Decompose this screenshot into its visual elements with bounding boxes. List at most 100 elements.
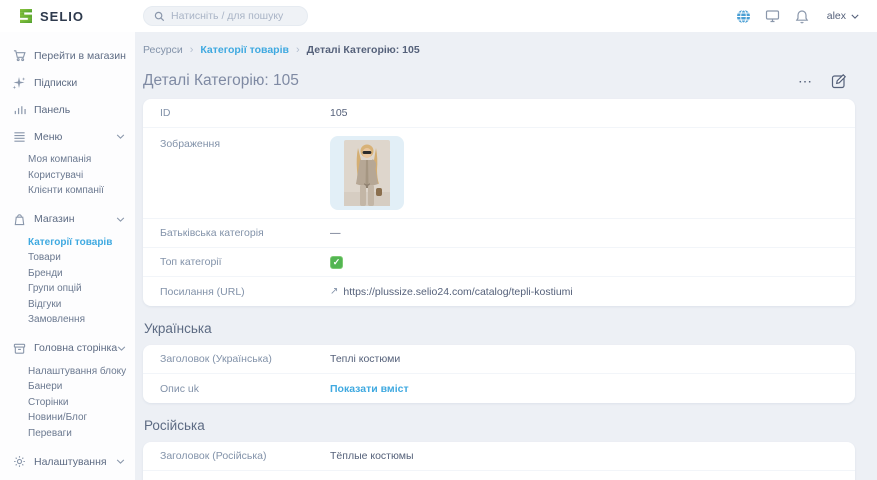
- store-sublist: Категорії товарів Товари Бренди Групи оп…: [0, 233, 135, 335]
- field-label: Зображення: [160, 136, 330, 150]
- sidebar-item-dashboard[interactable]: Панель: [0, 96, 135, 123]
- sidebar-item-label: Перейти в магазин: [34, 50, 126, 62]
- search-icon: [154, 11, 165, 22]
- search-input[interactable]: [171, 10, 291, 22]
- sidebar-item-go-to-store[interactable]: Перейти в магазин: [0, 42, 135, 69]
- section-title-russian: Російська: [144, 418, 855, 433]
- field-value: 105: [330, 107, 348, 119]
- sidebar-item-advantages[interactable]: Переваги: [0, 426, 135, 442]
- selio-logo-icon: [18, 8, 34, 24]
- sidebar-item-brands[interactable]: Бренди: [0, 266, 135, 282]
- sidebar-item-option-groups[interactable]: Групи опцій: [0, 281, 135, 297]
- sidebar-item-users[interactable]: Користувачі: [0, 168, 135, 184]
- archive-box-icon: [12, 341, 26, 355]
- app-logo[interactable]: SELIO: [0, 8, 135, 24]
- page-title: Деталі Категорію: 105: [143, 72, 299, 90]
- sidebar-item-store[interactable]: Магазин: [0, 206, 135, 233]
- edit-button[interactable]: [831, 73, 847, 89]
- detail-row-description-uk: Опис uk Показати вміст: [143, 374, 855, 403]
- sidebar-item-reviews[interactable]: Відгуки: [0, 297, 135, 313]
- category-image-thumbnail[interactable]: [330, 136, 404, 210]
- sidebar-item-subscriptions[interactable]: Підписки: [0, 69, 135, 96]
- display-icon[interactable]: [765, 8, 781, 24]
- external-link-icon: ↗: [330, 286, 338, 297]
- chevron-down-icon: [116, 217, 125, 222]
- sidebar-item-label: Магазин: [34, 213, 75, 225]
- global-search[interactable]: [143, 6, 308, 26]
- sidebar-item-company-clients[interactable]: Клієнти компанії: [0, 183, 135, 199]
- sidebar-item-settings[interactable]: Налаштування: [0, 448, 135, 475]
- show-content-link-uk[interactable]: Показати вміст: [330, 383, 409, 395]
- chevron-down-icon: [116, 459, 125, 464]
- breadcrumb-separator: ›: [296, 44, 300, 56]
- section-title-ukrainian: Українська: [144, 321, 855, 336]
- field-label: Заголовок (Українська): [160, 353, 330, 365]
- sidebar-item-my-company[interactable]: Моя компанія: [0, 152, 135, 168]
- sidebar-item-label: Панель: [34, 104, 70, 116]
- detail-row-parent-category: Батьківська категорія —: [143, 219, 855, 248]
- sidebar-item-pages[interactable]: Сторінки: [0, 395, 135, 411]
- sidebar-item-label: Меню: [34, 131, 62, 143]
- breadcrumb-resources[interactable]: Ресурси: [143, 44, 183, 56]
- field-value: —: [330, 227, 341, 239]
- field-value: Тёплые костюмы: [330, 450, 414, 462]
- homepage-sublist: Налаштування блоку Банери Сторінки Новин…: [0, 362, 135, 449]
- breadcrumb-product-categories[interactable]: Категорії товарів: [200, 44, 289, 56]
- detail-row-id: ID 105: [143, 99, 855, 128]
- field-label: Посилання (URL): [160, 286, 330, 298]
- chevron-down-icon: [851, 14, 859, 19]
- detail-row-url: Посилання (URL) ↗ https://plussize.selio…: [143, 277, 855, 306]
- shopping-bag-icon: [12, 212, 26, 226]
- category-photo: [344, 140, 390, 206]
- breadcrumb-current: Деталі Категорію: 105: [307, 44, 420, 56]
- language-globe-icon[interactable]: [736, 8, 752, 24]
- detail-row-top-category: Топ категорії ✓: [143, 248, 855, 277]
- sparkles-icon: [12, 76, 26, 90]
- sidebar-nav: Перейти в магазин Підписки Панель Меню: [0, 32, 135, 480]
- settings-sublist: Налаштування: [0, 475, 135, 480]
- logo-text: SELIO: [40, 9, 84, 24]
- chevron-down-icon: [116, 134, 125, 139]
- field-label: Топ категорії: [160, 256, 330, 268]
- cart-icon: [12, 49, 26, 63]
- main-content: Ресурси › Категорії товарів › Деталі Кат…: [135, 32, 877, 480]
- sidebar-item-label: Головна сторінка: [34, 342, 117, 354]
- sidebar-item-menu[interactable]: Меню: [0, 123, 135, 150]
- user-name: alex: [827, 10, 846, 22]
- detail-row-image: Зображення: [143, 128, 855, 219]
- notifications-bell-icon[interactable]: [794, 8, 810, 24]
- sidebar-item-homepage[interactable]: Головна сторінка: [0, 335, 135, 362]
- category-details-card: ID 105 Зображення: [143, 99, 855, 306]
- sidebar-item-block-settings[interactable]: Налаштування блоку: [0, 364, 135, 380]
- category-url-link[interactable]: ↗ https://plussize.selio24.com/catalog/t…: [330, 286, 573, 298]
- menu-sublist: Моя компанія Користувачі Клієнти компані…: [0, 150, 135, 206]
- edit-pencil-icon: [831, 73, 847, 89]
- breadcrumb: Ресурси › Категорії товарів › Деталі Кат…: [143, 44, 855, 56]
- sidebar-item-banners[interactable]: Банери: [0, 379, 135, 395]
- field-label: Опис uk: [160, 383, 330, 395]
- field-label: Батьківська категорія: [160, 227, 330, 239]
- detail-row-title-uk: Заголовок (Українська) Теплі костюми: [143, 345, 855, 374]
- more-actions-button[interactable]: ⋯: [798, 76, 813, 86]
- chevron-down-icon: [117, 346, 126, 351]
- field-label: Заголовок (Російська): [160, 450, 330, 462]
- field-label: ID: [160, 107, 330, 119]
- russian-section-card: Заголовок (Російська) Тёплые костюмы Опи…: [143, 442, 855, 480]
- url-text: https://plussize.selio24.com/catalog/tep…: [343, 286, 572, 298]
- sidebar-item-label: Підписки: [34, 77, 77, 89]
- sidebar-item-orders[interactable]: Замовлення: [0, 312, 135, 328]
- gear-icon: [12, 455, 26, 469]
- hamburger-menu-icon: [12, 130, 26, 144]
- user-menu[interactable]: alex: [827, 10, 859, 22]
- detail-row-title-ru: Заголовок (Російська) Тёплые костюмы: [143, 442, 855, 471]
- top-category-checkbox[interactable]: ✓: [330, 256, 343, 269]
- breadcrumb-separator: ›: [190, 44, 194, 56]
- bar-chart-icon: [12, 103, 26, 117]
- ukrainian-section-card: Заголовок (Українська) Теплі костюми Опи…: [143, 345, 855, 403]
- sidebar-item-product-categories[interactable]: Категорії товарів: [0, 235, 135, 251]
- detail-row-description-ru: Опис ru Показати вміст: [143, 471, 855, 480]
- sidebar-item-label: Налаштування: [34, 456, 107, 468]
- sidebar-item-products[interactable]: Товари: [0, 250, 135, 266]
- field-value: Теплі костюми: [330, 353, 400, 365]
- sidebar-item-news-blog[interactable]: Новини/Блог: [0, 410, 135, 426]
